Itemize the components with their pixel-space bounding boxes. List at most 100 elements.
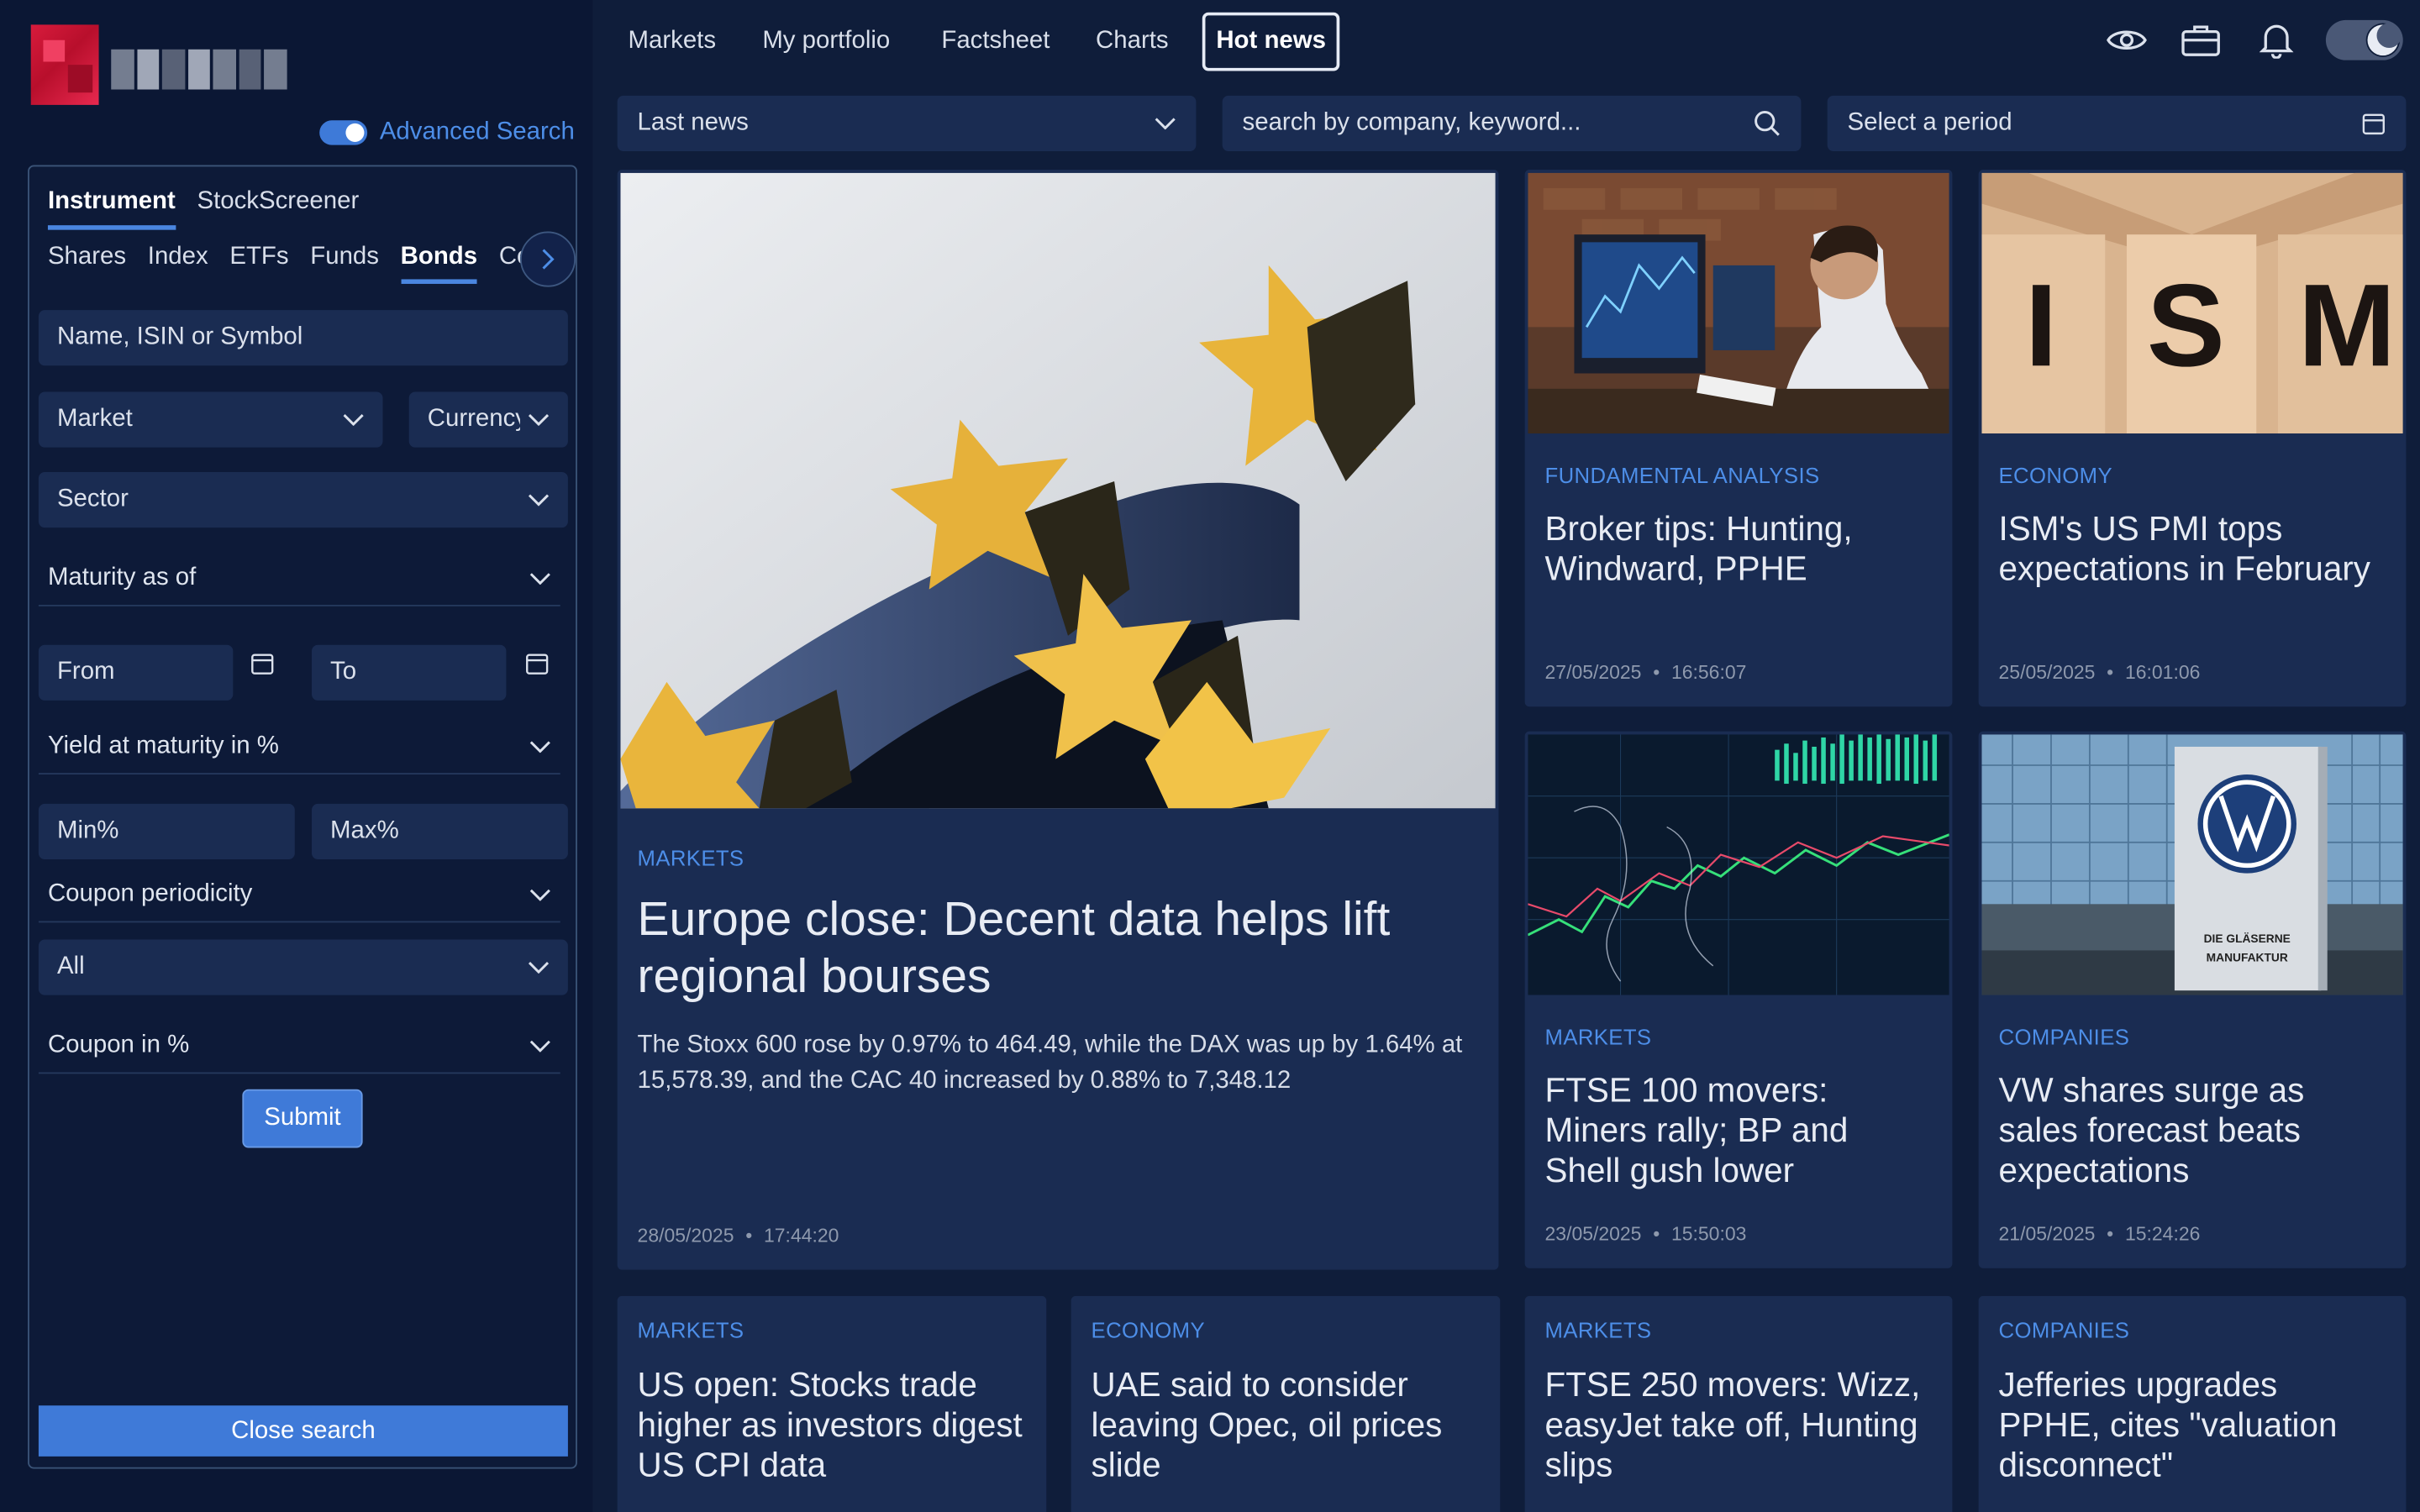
ism-image-letter-i: I xyxy=(2025,260,2058,391)
market-select[interactable]: Market xyxy=(38,391,383,448)
article-date: 23/05/2025 xyxy=(1544,1223,1642,1246)
close-search-button[interactable]: Close search xyxy=(38,1405,568,1457)
coupon-section-header[interactable]: Coupon in % xyxy=(38,1032,560,1074)
article-time: 16:56:07 xyxy=(1671,661,1747,684)
article-title[interactable]: ISM's US PMI tops expectations in Februa… xyxy=(1999,509,2401,589)
search-icon[interactable] xyxy=(1753,109,1781,137)
maturity-from-input[interactable]: From xyxy=(38,644,234,701)
separator-dot: • xyxy=(2107,1223,2114,1246)
yield-section-header[interactable]: Yield at maturity in % xyxy=(38,732,560,775)
article-category: ECONOMY xyxy=(1091,1317,1206,1342)
market-map-chart-image xyxy=(1528,734,1949,995)
article-category: FUNDAMENTAL ANALYSIS xyxy=(1544,463,1820,488)
vw-image-caption-line-1: DIE GLÄSERNE xyxy=(2204,932,2291,945)
article-date: 21/05/2025 xyxy=(1998,1223,2096,1246)
nav-factsheet[interactable]: Factsheet xyxy=(931,13,1061,71)
article-title[interactable]: Jefferies upgrades PPHE, cites "valuatio… xyxy=(1999,1365,2385,1485)
chevron-down-icon xyxy=(529,1040,550,1053)
article-datetime: 27/05/2025 • 16:56:07 xyxy=(1545,662,1747,684)
maturity-section-header[interactable]: Maturity as of xyxy=(38,564,560,606)
vw-building-image: DIE GLÄSERNE MANUFAKTUR xyxy=(1981,734,2403,995)
article-title[interactable]: US open: Stocks trade higher as investor… xyxy=(638,1365,1031,1485)
chevron-down-icon xyxy=(529,741,550,753)
currency-select[interactable]: Currency xyxy=(408,391,568,448)
portfolio-briefcase-icon[interactable] xyxy=(2179,18,2222,61)
article-card[interactable]: I S M ECONOMY ISM's US PMI tops expectat… xyxy=(1978,170,2407,707)
coupon-periodicity-value: All xyxy=(56,953,85,980)
calendar-icon[interactable] xyxy=(524,651,549,675)
article-card[interactable]: MARKETS FTSE 100 movers: Miners rally; B… xyxy=(1524,731,1953,1268)
toggle-switch-icon[interactable] xyxy=(319,120,368,145)
chevron-down-icon xyxy=(529,889,550,901)
article-summary: The Stoxx 600 rose by 0.97% to 464.49, w… xyxy=(637,1032,1463,1095)
yield-max-placeholder: Max% xyxy=(330,817,399,844)
tab-stockscreener[interactable]: StockScreener xyxy=(197,188,359,230)
coupon-periodicity-select[interactable]: All xyxy=(38,939,568,995)
article-card[interactable]: ECONOMY UAE said to consider leaving Ope… xyxy=(1071,1295,1501,1512)
article-card[interactable]: MARKETS US open: Stocks trade higher as … xyxy=(617,1295,1047,1512)
article-card[interactable]: MARKETS FTSE 250 movers: Wizz, easyJet t… xyxy=(1524,1295,1953,1512)
chevron-down-icon xyxy=(528,414,550,426)
calendar-icon[interactable] xyxy=(2361,111,2386,135)
asset-tab-funds[interactable]: Funds xyxy=(310,244,379,284)
news-search-input[interactable]: search by company, keyword... xyxy=(1222,95,1802,151)
nav-charts[interactable]: Charts xyxy=(1085,13,1179,71)
analyst-at-desk-image xyxy=(1528,172,1949,434)
name-isin-symbol-input[interactable]: Name, ISIN or Symbol xyxy=(38,310,568,366)
chevron-down-icon xyxy=(528,494,550,507)
sector-select-label: Sector xyxy=(56,486,129,512)
asset-tab-index[interactable]: Index xyxy=(148,244,208,284)
nav-hot-news[interactable]: Hot news xyxy=(1202,12,1340,71)
yield-min-input[interactable]: Min% xyxy=(38,803,295,860)
tabs-next-button[interactable] xyxy=(519,231,576,287)
notifications-bell-icon[interactable] xyxy=(2254,18,2297,61)
vw-image-caption-line-2: MANUFAKTUR xyxy=(2207,951,2288,963)
article-datetime: 21/05/2025 • 15:24:26 xyxy=(1999,1224,2201,1246)
chevron-down-icon xyxy=(529,573,550,585)
news-search-placeholder: search by company, keyword... xyxy=(1242,109,1581,136)
article-category: COMPANIES xyxy=(1998,1317,2130,1342)
euro-stars-image xyxy=(620,172,1496,809)
sidebar: Advanced Search Instrument StockScreener… xyxy=(0,0,593,1512)
article-date: 27/05/2025 xyxy=(1544,661,1642,684)
article-card[interactable]: DIE GLÄSERNE MANUFAKTUR COMPANIES VW sha… xyxy=(1978,731,2407,1268)
featured-article-card[interactable]: MARKETS Europe close: Decent data helps … xyxy=(617,170,1499,1270)
advanced-search-toggle[interactable]: Advanced Search xyxy=(319,118,575,146)
period-select[interactable]: Select a period xyxy=(1827,95,2407,151)
article-time: 15:24:26 xyxy=(2124,1223,2201,1246)
maturity-to-input[interactable]: To xyxy=(312,644,507,701)
article-category: MARKETS xyxy=(1544,1024,1652,1049)
chevron-down-icon xyxy=(1155,118,1176,130)
article-title[interactable]: Europe close: Decent data helps lift reg… xyxy=(638,892,1471,1005)
coupon-periodicity-header[interactable]: Coupon periodicity xyxy=(38,880,560,923)
article-title[interactable]: VW shares surge as sales forecast beats … xyxy=(1999,1071,2370,1191)
asset-tab-bonds[interactable]: Bonds xyxy=(400,244,478,284)
article-datetime: 28/05/2025 • 17:44:20 xyxy=(638,1225,839,1247)
article-category: MARKETS xyxy=(637,845,744,870)
name-isin-symbol-placeholder: Name, ISIN or Symbol xyxy=(56,323,303,350)
coupon-periodicity-label: Coupon periodicity xyxy=(47,880,253,907)
submit-button[interactable]: Submit xyxy=(242,1089,363,1148)
news-type-select[interactable]: Last news xyxy=(617,95,1197,151)
sector-select[interactable]: Sector xyxy=(38,472,568,528)
watchlist-eye-icon[interactable] xyxy=(2105,18,2148,61)
asset-tab-etfs[interactable]: ETFs xyxy=(229,244,288,284)
ism-image-letter-s: S xyxy=(2147,260,2225,391)
article-title[interactable]: FTSE 100 movers: Miners rally; BP and Sh… xyxy=(1545,1071,1916,1191)
theme-toggle[interactable] xyxy=(2325,19,2403,60)
article-category: ECONOMY xyxy=(1998,463,2112,488)
article-card[interactable]: COMPANIES Jefferies upgrades PPHE, cites… xyxy=(1978,1295,2407,1512)
article-title[interactable]: UAE said to consider leaving Opec, oil p… xyxy=(1092,1365,1485,1485)
article-title[interactable]: FTSE 250 movers: Wizz, easyJet take off,… xyxy=(1545,1365,1944,1485)
chevron-right-icon xyxy=(542,249,555,270)
yield-max-input[interactable]: Max% xyxy=(312,803,568,860)
brand-logo[interactable] xyxy=(30,24,99,105)
calendar-icon[interactable] xyxy=(250,651,275,675)
article-card[interactable]: FUNDAMENTAL ANALYSIS Broker tips: Huntin… xyxy=(1524,170,1953,707)
nav-my-portfolio[interactable]: My portfolio xyxy=(751,13,901,71)
article-title[interactable]: Broker tips: Hunting, Windward, PPHE xyxy=(1545,509,1939,589)
tab-instrument[interactable]: Instrument xyxy=(47,188,176,230)
asset-tab-shares[interactable]: Shares xyxy=(48,244,126,284)
nav-markets[interactable]: Markets xyxy=(618,13,727,71)
article-date: 28/05/2025 xyxy=(637,1225,734,1247)
